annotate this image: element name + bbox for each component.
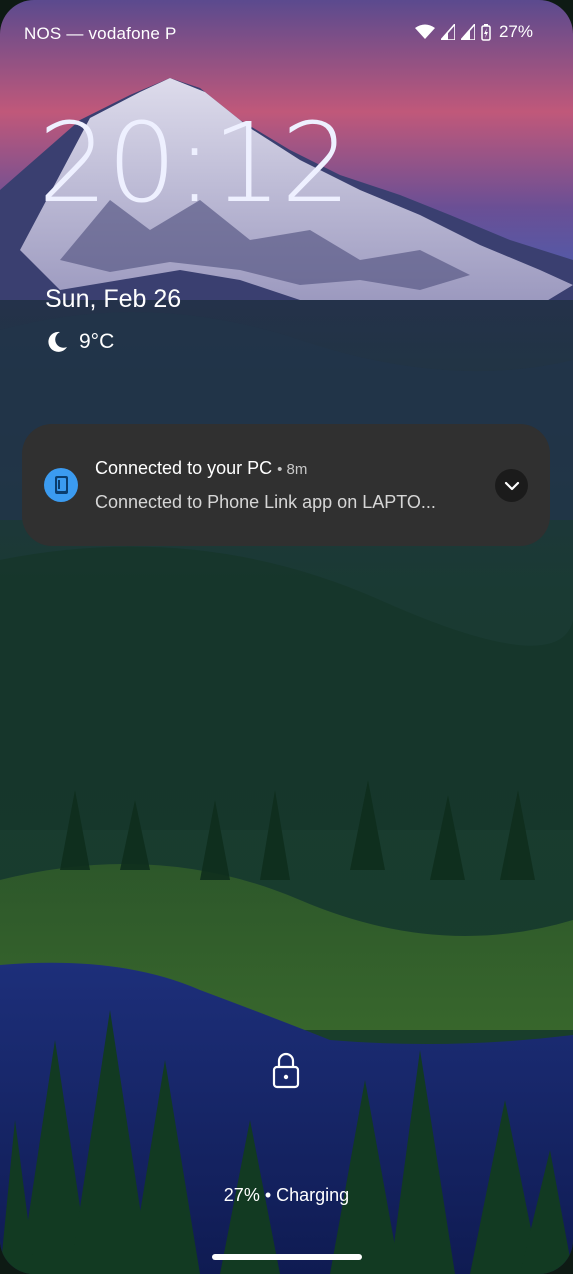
- battery-charging-icon: [481, 23, 491, 41]
- weather-temperature: 9°C: [79, 330, 115, 353]
- signal-icon: [440, 24, 455, 40]
- carrier-name: NOS — vodafone P: [24, 24, 177, 43]
- signal-icon: [460, 24, 475, 40]
- notification-card[interactable]: Connected to your PC • 8m Connected to P…: [22, 424, 550, 546]
- chevron-down-icon: [504, 481, 519, 490]
- phone-link-icon: [44, 468, 78, 502]
- expand-notification-button[interactable]: [495, 469, 528, 502]
- status-icons: 27%: [414, 22, 533, 42]
- battery-percentage: 27%: [498, 22, 533, 41]
- charging-status: 27% • Charging: [223, 1185, 350, 1205]
- moon-icon: [48, 331, 67, 352]
- lock-screen: NOS — vodafone P 27% 20:12 Sun, Feb 26 9…: [0, 0, 573, 1274]
- lockscreen-date[interactable]: Sun, Feb 26: [45, 285, 181, 314]
- notification-title-row: Connected to your PC • 8m: [95, 458, 307, 479]
- weather-widget[interactable]: 9°C: [45, 330, 114, 354]
- lockscreen-clock: 20:12: [38, 99, 351, 227]
- wifi-icon: [414, 24, 435, 39]
- notification-time: • 8m: [277, 461, 308, 478]
- lock-icon[interactable]: [271, 1050, 301, 1090]
- notification-title: Connected to your PC: [95, 458, 273, 478]
- home-indicator[interactable]: [212, 1254, 362, 1260]
- notification-body: Connected to Phone Link app on LAPTO...: [95, 492, 436, 512]
